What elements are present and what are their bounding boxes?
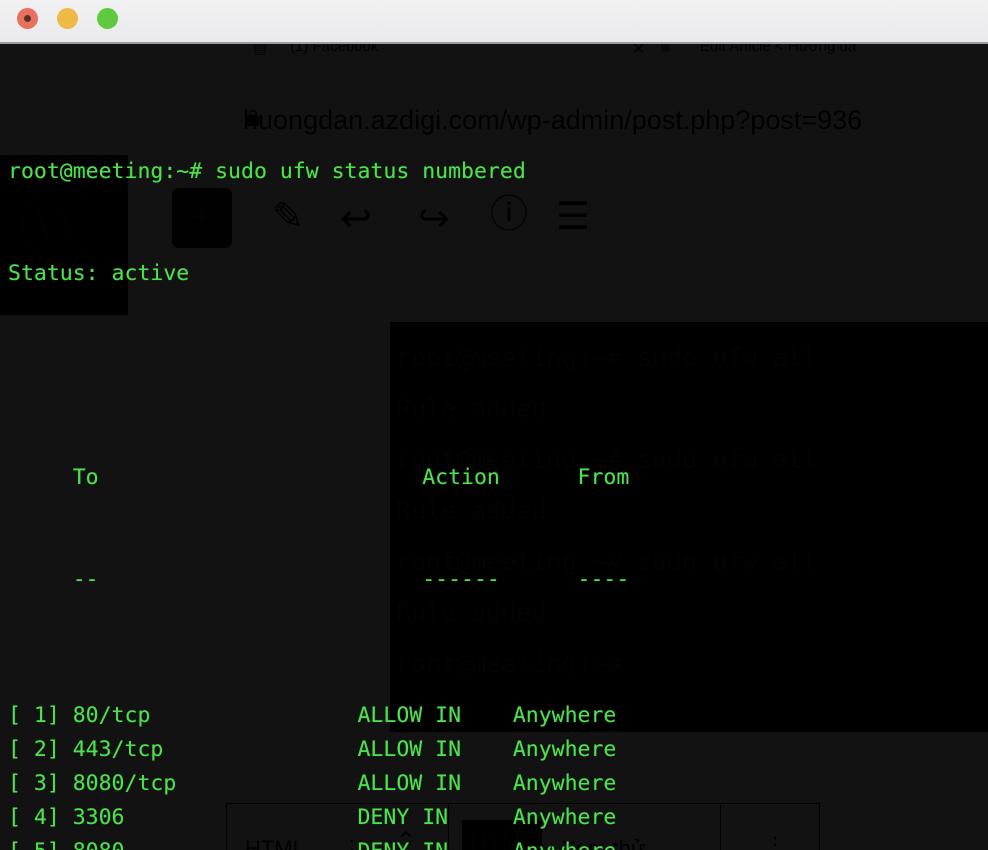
- terminal-output: root@meeting:~# sudo ufw status numbered…: [0, 44, 681, 850]
- terminal-body[interactable]: root@meeting:~# sudo ufw status numbered…: [0, 44, 988, 850]
- firewall-rule-row: [ 1] 80/tcp ALLOW IN Anywhere: [8, 699, 681, 733]
- terminal-blank-line: [8, 359, 681, 393]
- window-close-button[interactable]: [17, 8, 38, 29]
- window-zoom-button[interactable]: [97, 8, 118, 29]
- firewall-rule-row: [ 3] 8080/tcp ALLOW IN Anywhere: [8, 767, 681, 801]
- terminal-window: ▤ (1) Facebook ✕ ▦ Edit Article < Hướng …: [0, 0, 988, 850]
- terminal-divider-line: -- ------ ----: [8, 563, 681, 597]
- firewall-rule-row: [ 4] 3306 DENY IN Anywhere: [8, 801, 681, 835]
- firewall-rule-row: [ 2] 443/tcp ALLOW IN Anywhere: [8, 733, 681, 767]
- terminal-command-line: root@meeting:~# sudo ufw status numbered: [8, 155, 681, 189]
- terminal-status-line: Status: active: [8, 257, 681, 291]
- firewall-rules-table: [ 1] 80/tcp ALLOW IN Anywhere[ 2] 443/tc…: [8, 699, 681, 850]
- firewall-rule-row: [ 5] 8080 DENY IN Anywhere: [8, 835, 681, 850]
- window-title-bar: [0, 0, 988, 44]
- window-minimize-button[interactable]: [57, 8, 78, 29]
- terminal-header-line: To Action From: [8, 461, 681, 495]
